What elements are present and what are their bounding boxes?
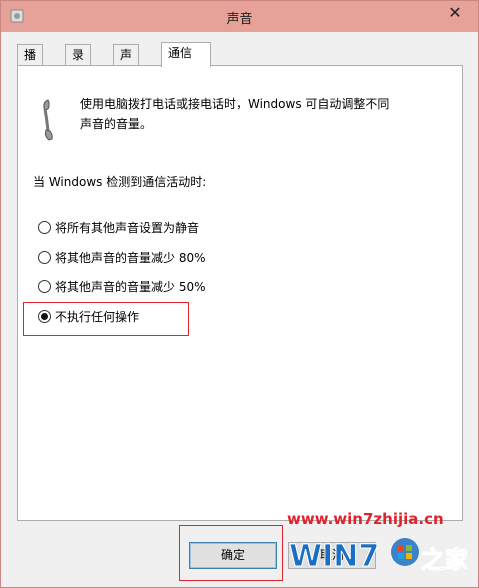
highlight-box-option — [23, 302, 189, 336]
section-heading: 当 Windows 检测到通信活动时: — [33, 175, 207, 189]
tab-recording[interactable]: 录制 — [65, 44, 92, 82]
description-line-1: 使用电脑拨打电话或接电话时，Windows 可自动调整不同 — [80, 97, 390, 111]
tab-sounds[interactable]: 声音 — [113, 44, 140, 82]
window-title: 声音 — [226, 12, 253, 27]
svg-text:WIN7: WIN7 — [289, 539, 379, 574]
description-text: 使用电脑拨打电话或接电话时，Windows 可自动调整不同 声音的音量。 — [80, 94, 450, 134]
watermark-url: www.win7zhijia.cn — [287, 510, 444, 528]
radio-button[interactable] — [38, 251, 51, 264]
option-reduce-50[interactable]: 将其他声音的音量减少 50% — [38, 277, 206, 297]
tab-communications[interactable]: 通信 — [161, 42, 211, 67]
close-button[interactable]: ✕ — [440, 2, 470, 24]
option-reduce-80[interactable]: 将其他声音的音量减少 80% — [38, 248, 206, 268]
option-label: 将其他声音的音量减少 80% — [55, 251, 206, 265]
option-mute-all[interactable]: 将所有其他声音设置为静音 — [38, 218, 199, 238]
communications-panel: 使用电脑拨打电话或接电话时，Windows 可自动调整不同 声音的音量。 当 W… — [17, 65, 463, 521]
radio-button[interactable] — [38, 280, 51, 293]
radio-button[interactable] — [38, 221, 51, 234]
highlight-box-ok — [179, 525, 283, 581]
description-line-2: 声音的音量。 — [80, 117, 153, 131]
option-label: 将所有其他声音设置为静音 — [55, 221, 200, 235]
option-label: 将其他声音的音量减少 50% — [55, 280, 206, 294]
title-bar[interactable]: 声音 ✕ — [1, 1, 478, 32]
win7-logo-watermark: WIN7 之家 — [289, 538, 467, 575]
tab-playback[interactable]: 播放 — [17, 44, 44, 82]
phone-handset-icon — [43, 99, 53, 141]
watermark-logo-suffix: 之家 — [421, 546, 467, 574]
sound-dialog: 声音 ✕ 播放 录制 声音 通信 使用电脑拨打电话或接电话时，Windows 可… — [0, 0, 479, 588]
